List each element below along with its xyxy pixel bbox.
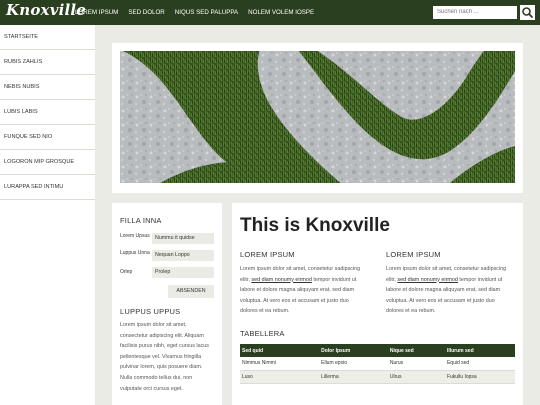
sidebar-item-rubis-zahlis[interactable]: RUBIS ZAHLIS: [0, 50, 95, 75]
nav-item-niqus-sed-paluppa[interactable]: NIQUS SED PALUPPA: [175, 0, 238, 25]
sidebar-item-logoron-mip-grosque[interactable]: LOGORON MIP GROSQUE: [0, 150, 95, 175]
text-line: pulvinar lorem, quis posuere diam.: [120, 364, 203, 371]
table-cell: Equid sed: [444, 357, 515, 371]
nav-item-sed-dolor[interactable]: SED DOLOR: [128, 0, 164, 25]
sidebar-item-lubis-labis[interactable]: LUBIS LABIS: [0, 100, 95, 125]
col2-heading: LOREM IPSUM: [386, 250, 441, 259]
search-input[interactable]: [433, 6, 517, 19]
table-heading: TABELLERA: [240, 329, 285, 338]
column-header[interactable]: Illurum sed: [444, 344, 515, 357]
search-button[interactable]: [520, 5, 535, 20]
sidebar: STARTSEITE RUBIS ZAHLIS NEBIS NUBIS LUBI…: [0, 25, 95, 405]
field-label: Orlep: [120, 269, 133, 275]
text-line: elitr, sed diam nonumy eirmod tempor inv…: [240, 275, 360, 286]
text-line: dolores et ea rebum.: [240, 308, 290, 315]
column-header[interactable]: Dolor Ipsum: [319, 344, 388, 357]
col1-heading: LOREM IPSUM: [240, 250, 295, 259]
field-label: Lorem Upsus: [120, 233, 150, 239]
table-cell: Ulrus: [387, 370, 445, 384]
text-line: labore et dolore magna aliquyam erat, se…: [386, 287, 501, 294]
text-line: Lorem ipsum dolor sit amet, consetetur s…: [240, 266, 361, 272]
submit-button[interactable]: ABSENDEN: [168, 285, 214, 298]
table-cell: Ellum epsio: [319, 357, 388, 371]
text-line: elitr, sed diam nonumy eirmod tempor inv…: [386, 275, 506, 286]
table-cell: Nurus: [387, 357, 445, 371]
column-header[interactable]: Nique sed: [387, 344, 445, 357]
main-content-card: This is Knoxville LOREM IPSUM Lorem ipsu…: [232, 203, 523, 405]
filter-card: FILLA INNA Lorem Upsus Nummu it quidse L…: [112, 203, 222, 405]
text-fragment: tempor invidunt ut: [457, 276, 503, 283]
field-label: Luppus Unna: [120, 250, 150, 256]
search-icon: [522, 7, 533, 18]
text-line: dolores et ea rebum.: [386, 308, 436, 315]
text-line: labore et dolore magna aliquyam erat, se…: [240, 287, 355, 294]
text-line: facilisis purus nibh, eget cursus lacus: [120, 343, 209, 350]
text-fragment: elitr,: [386, 276, 398, 283]
side-text-paragraph: Lorem ipsum dolor sit amet, consectetur …: [120, 320, 220, 394]
sidebar-item-funque-sed-nio[interactable]: FUNQUE SED NIO: [0, 125, 95, 150]
text-line: Lorem ipsum dolor sit amet, consetetur s…: [386, 266, 507, 272]
text-line: voluptua. At vero eos et accusam et just…: [240, 297, 349, 304]
page-title: This is Knoxville: [240, 215, 390, 236]
luppus-unna-field[interactable]: Nequan Loppo: [152, 250, 214, 261]
lorem-upsus-field[interactable]: Nummu it quidse: [152, 233, 214, 244]
table-cell: Luso: [240, 370, 320, 384]
side-text-heading: LUPPUS UPPUS: [120, 307, 181, 316]
hero-image: [120, 51, 515, 183]
col1-paragraph: Lorem ipsum dolor sit amet, consetetur s…: [240, 264, 360, 317]
hero-card: [112, 43, 523, 193]
text-line: vulputate orci cursus eget.: [120, 385, 183, 392]
text-line: Lorem ipsum dolor sit amet,: [120, 322, 187, 328]
col2-paragraph: Lorem ipsum dolor sit amet, consetetur s…: [386, 264, 506, 317]
table-row: Luso Lillerma Ulrus Fukullu Iopsa: [240, 370, 515, 384]
data-table: Sed quid Dolor Ipsum Nique sed Illurum s…: [240, 344, 515, 384]
text-line: consectetur adipiscing elit. Aliquam: [120, 332, 204, 339]
table-cell: Nimmus Nimmi: [240, 357, 320, 371]
table-cell: Fukullu Iopsa: [444, 370, 515, 384]
text-line: voluptua. At vero eos et accusam et just…: [386, 297, 495, 304]
table-header-row: Sed quid Dolor Ipsum Nique sed Illurum s…: [240, 344, 515, 357]
sidebar-item-nebis-nubis[interactable]: NEBIS NUBIS: [0, 75, 95, 100]
filter-heading: FILLA INNA: [120, 216, 162, 225]
sidebar-item-lurappa-sed-intimu[interactable]: LURAPPA SED INTIMU: [0, 175, 95, 200]
nav-item-nolem-volem-iospe[interactable]: NOLEM VOLEM IOSPE: [248, 0, 314, 25]
table-cell: Lillerma: [319, 370, 388, 384]
sidebar-item-startseite[interactable]: STARTSEITE: [0, 25, 95, 50]
top-bar: Knoxville LOREM IPSUM SED DOLOR NIQUS SE…: [0, 0, 540, 25]
text-fragment: tempor invidunt ut: [311, 276, 357, 283]
inline-link[interactable]: sed diam nonumy eirmod: [397, 277, 458, 283]
nav-item-lorem-ipsum[interactable]: LOREM IPSUM: [75, 0, 118, 25]
text-line: pellentesque vel. Vivamus fringilla: [120, 353, 202, 360]
text-fragment: elitr,: [240, 276, 252, 283]
column-header[interactable]: Sed quid: [240, 344, 320, 357]
table-row: Nimmus Nimmi Ellum epsio Nurus Equid sed: [240, 357, 515, 371]
text-line: Nulla commodo tellus dui, non: [120, 374, 193, 381]
orlep-field[interactable]: Prolep: [152, 267, 214, 278]
main-nav: LOREM IPSUM SED DOLOR NIQUS SED PALUPPA …: [75, 0, 324, 25]
inline-link[interactable]: sed diam nonumy eirmod: [251, 277, 312, 283]
